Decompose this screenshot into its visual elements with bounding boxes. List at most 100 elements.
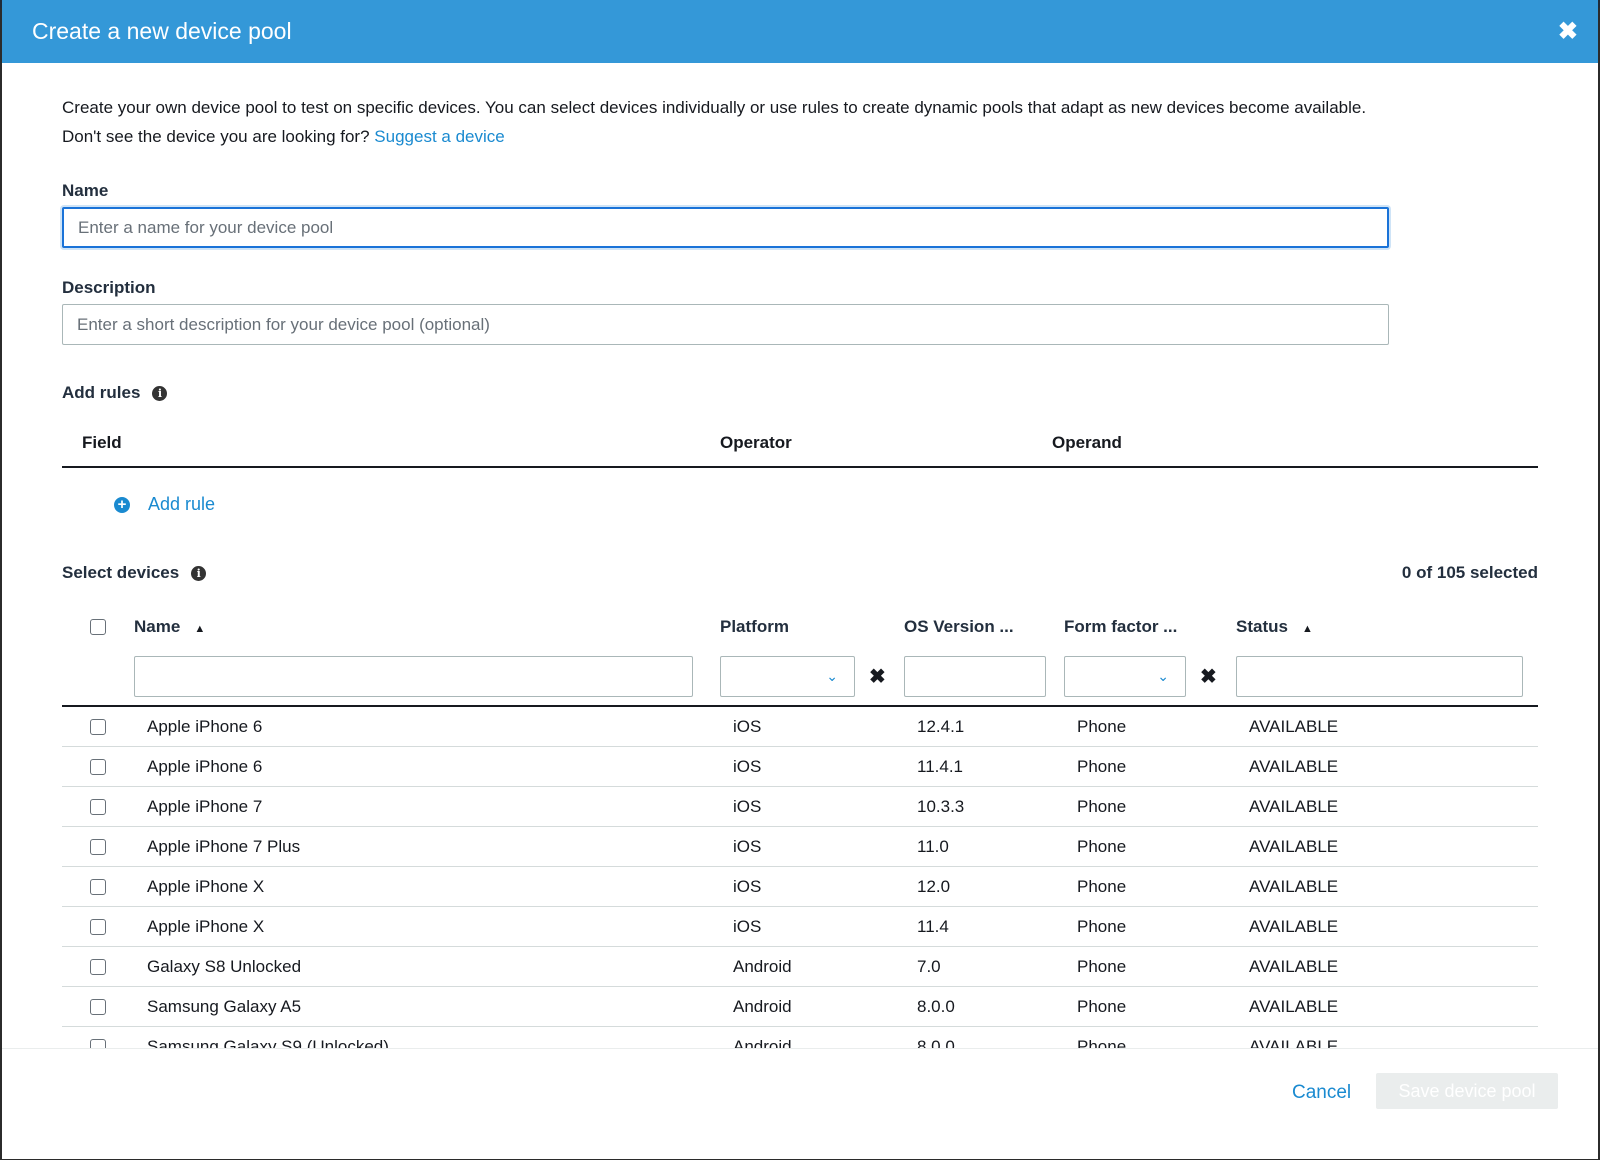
device-status: AVAILABLE xyxy=(1249,836,1339,856)
table-row: Apple iPhone 7 Plus iOS 11.0 Phone AVAIL… xyxy=(62,827,1538,867)
col-name-label: Name xyxy=(134,617,181,636)
device-status: AVAILABLE xyxy=(1249,876,1339,896)
row-checkbox-cell xyxy=(62,718,134,735)
clear-filter-icon[interactable]: ✖ xyxy=(1200,664,1217,689)
rules-col-operator: Operator xyxy=(720,432,792,452)
modal-footer: Cancel Save device pool xyxy=(2,1048,1598,1159)
description-field: Description xyxy=(62,278,1538,345)
info-icon[interactable]: i xyxy=(152,385,168,401)
device-os: 7.0 xyxy=(917,956,941,976)
clear-filter-icon[interactable]: ✖ xyxy=(869,664,886,689)
name-input[interactable] xyxy=(62,207,1389,248)
add-rule-label: Add rule xyxy=(148,494,216,514)
add-rules-title: Add rules xyxy=(62,383,141,402)
device-platform: iOS xyxy=(733,796,762,816)
intro-text: Create your own device pool to test on s… xyxy=(62,93,1538,151)
device-status: AVAILABLE xyxy=(1249,716,1339,736)
select-all-checkbox[interactable] xyxy=(90,619,106,635)
form-filter-cell: ⌄ ✖ xyxy=(1064,655,1236,697)
modal-title: Create a new device pool xyxy=(32,18,292,44)
table-row: Apple iPhone X iOS 11.4 Phone AVAILABLE xyxy=(62,907,1538,947)
device-form: Phone xyxy=(1077,876,1127,896)
col-status-label: Status xyxy=(1236,617,1288,636)
devices-table-body: Apple iPhone 6 iOS 12.4.1 Phone AVAILABL… xyxy=(62,707,1538,1067)
device-name: Samsung Galaxy A5 xyxy=(147,996,302,1016)
cancel-button[interactable]: Cancel xyxy=(1292,1082,1351,1104)
device-form: Phone xyxy=(1077,916,1127,936)
platform-filter-select[interactable]: ⌄ xyxy=(720,655,855,697)
device-os: 11.0 xyxy=(917,836,949,856)
rules-col-operand: Operand xyxy=(1052,432,1122,452)
row-checkbox-cell xyxy=(62,998,134,1015)
row-checkbox-cell xyxy=(62,838,134,855)
chevron-down-icon: ⌄ xyxy=(826,667,838,684)
col-form-header[interactable]: Form factor ... xyxy=(1064,617,1236,637)
col-os-header[interactable]: OS Version ... xyxy=(904,617,1064,637)
col-platform-header[interactable]: Platform xyxy=(720,617,904,637)
device-name: Apple iPhone X xyxy=(147,876,265,896)
device-os: 11.4 xyxy=(917,916,949,936)
plus-circle-icon: + xyxy=(114,496,130,513)
device-os: 12.0 xyxy=(917,876,951,896)
row-checkbox[interactable] xyxy=(90,758,106,775)
modal-header: Create a new device pool ✖ xyxy=(2,0,1598,63)
device-platform: iOS xyxy=(733,876,762,896)
row-checkbox[interactable] xyxy=(90,918,106,935)
status-filter-input[interactable] xyxy=(1236,655,1523,697)
row-checkbox[interactable] xyxy=(90,878,106,895)
row-checkbox[interactable] xyxy=(90,798,106,815)
row-checkbox[interactable] xyxy=(90,998,106,1015)
select-all-cell xyxy=(62,619,134,635)
table-row: Apple iPhone 7 iOS 10.3.3 Phone AVAILABL… xyxy=(62,787,1538,827)
chevron-down-icon: ⌄ xyxy=(1157,667,1169,684)
name-field: Name xyxy=(62,181,1538,248)
device-status: AVAILABLE xyxy=(1249,756,1339,776)
col-status-header[interactable]: Status ▲ xyxy=(1236,617,1538,637)
add-rules-heading: Add rules i xyxy=(62,383,1538,403)
device-os: 8.0.0 xyxy=(917,996,955,1016)
device-form: Phone xyxy=(1077,756,1127,776)
device-platform: iOS xyxy=(733,716,762,736)
device-name: Galaxy S8 Unlocked xyxy=(147,956,302,976)
name-label: Name xyxy=(62,181,109,200)
row-checkbox[interactable] xyxy=(90,718,106,735)
os-filter-input[interactable] xyxy=(904,655,1046,697)
device-platform: iOS xyxy=(733,836,762,856)
description-label: Description xyxy=(62,278,156,297)
form-filter-select[interactable]: ⌄ xyxy=(1064,655,1186,697)
device-platform: Android xyxy=(733,956,792,976)
sort-asc-icon: ▲ xyxy=(194,623,206,635)
device-os: 10.3.3 xyxy=(917,796,965,816)
device-status: AVAILABLE xyxy=(1249,796,1339,816)
os-filter-cell xyxy=(904,655,1064,697)
device-status: AVAILABLE xyxy=(1249,916,1339,936)
save-device-pool-button[interactable]: Save device pool xyxy=(1376,1073,1558,1109)
table-row: Apple iPhone 6 iOS 12.4.1 Phone AVAILABL… xyxy=(62,707,1538,747)
device-status: AVAILABLE xyxy=(1249,996,1339,1016)
row-checkbox[interactable] xyxy=(90,838,106,855)
row-checkbox-cell xyxy=(62,878,134,895)
rules-col-field: Field xyxy=(82,432,122,452)
select-devices-header: Select devices i 0 of 105 selected xyxy=(62,563,1538,583)
row-checkbox-cell xyxy=(62,758,134,775)
row-checkbox[interactable] xyxy=(90,958,106,975)
device-name: Apple iPhone 7 xyxy=(147,796,263,816)
select-devices-title: Select devices xyxy=(62,563,180,582)
device-name: Apple iPhone 6 xyxy=(147,716,263,736)
info-icon[interactable]: i xyxy=(191,565,207,581)
platform-filter-cell: ⌄ ✖ xyxy=(720,655,904,697)
description-input[interactable] xyxy=(62,304,1389,345)
close-icon[interactable]: ✖ xyxy=(1558,19,1578,44)
device-form: Phone xyxy=(1077,716,1127,736)
device-form: Phone xyxy=(1077,996,1127,1016)
device-name: Apple iPhone 7 Plus xyxy=(147,836,301,856)
device-name: Apple iPhone 6 xyxy=(147,756,263,776)
suggest-device-link[interactable]: Suggest a device xyxy=(374,127,504,146)
name-filter-cell xyxy=(134,655,720,697)
add-rule-button[interactable]: + Add rule xyxy=(114,494,1538,515)
name-filter-input[interactable] xyxy=(134,655,693,697)
rules-table-header: Field Operator Operand xyxy=(62,419,1538,468)
row-checkbox-cell xyxy=(62,798,134,815)
devices-table: Name ▲ Platform OS Version ... Form facto… xyxy=(62,607,1538,1067)
col-name-header[interactable]: Name ▲ xyxy=(134,617,720,637)
